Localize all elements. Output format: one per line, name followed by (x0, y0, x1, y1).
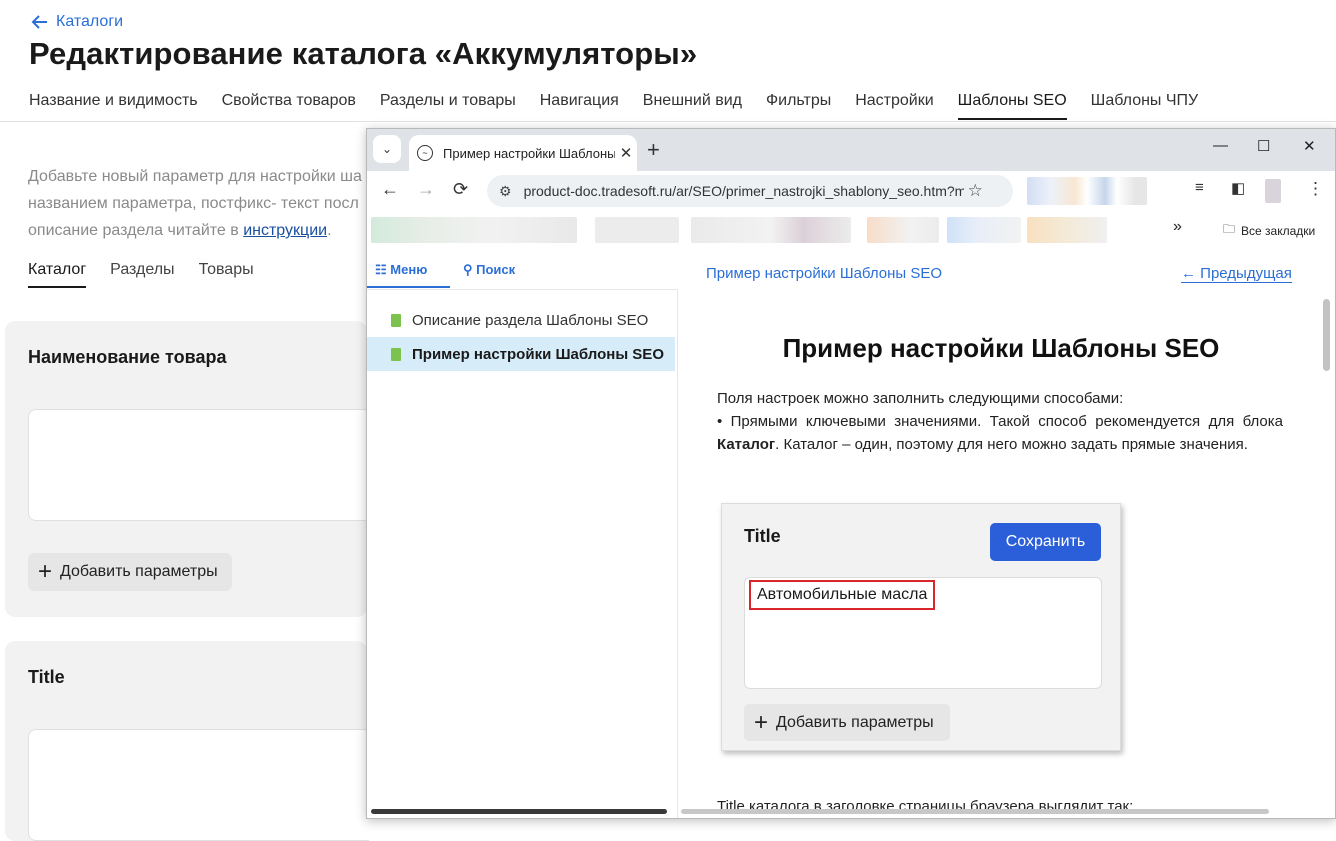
address-bar[interactable]: ⚙ product-doc.tradesoft.ru/ar/SEO/primer… (487, 175, 1013, 207)
profile-avatar[interactable] (1265, 179, 1281, 203)
highlighted-value: Автомобильные масла (749, 580, 936, 610)
site-favicon-icon: ~ (417, 145, 433, 161)
content-scrollbar[interactable] (1323, 299, 1330, 371)
subtab-catalog[interactable]: Каталог (28, 261, 87, 288)
content-horizontal-scrollbar[interactable] (681, 809, 1269, 814)
sub-tabs: Каталог Разделы Товары (28, 261, 254, 288)
subtab-sections[interactable]: Разделы (110, 261, 174, 288)
screenshot-title-field: Автомобильные масла (744, 577, 1102, 689)
media-control-icon[interactable]: ≡ (1195, 179, 1204, 196)
chevron-down-icon: ⌄ (381, 142, 393, 156)
tab-seo-templates[interactable]: Шаблоны SEO (957, 92, 1067, 120)
active-tab-indicator (367, 286, 450, 288)
page-icon (391, 347, 401, 361)
add-parameters-button[interactable]: + Добавить параметры (28, 553, 232, 591)
bookmark-blurred[interactable] (947, 217, 1021, 243)
tab-filters[interactable]: Фильтры (766, 92, 831, 120)
screenshot-add-button: + Добавить параметры (744, 704, 950, 741)
search-icon: ⚲ (463, 262, 477, 277)
tab-navigation[interactable]: Навигация (540, 92, 619, 120)
doc-page: ☷ Меню ⚲ Поиск Пример настройки Шаблоны … (367, 249, 1335, 818)
bookmarks-bar: » 🗀 Все закладки (367, 211, 1335, 250)
screenshot-save-button: Сохранить (990, 523, 1101, 561)
doc-sidebar: Описание раздела Шаблоны SEO Пример наст… (367, 289, 678, 818)
bookmark-blurred[interactable] (867, 217, 939, 243)
back-link-label: Каталоги (56, 13, 124, 30)
arrow-left-icon (31, 15, 47, 29)
bookmark-blurred[interactable] (371, 217, 577, 243)
sidebar-item-seo-example[interactable]: Пример настройки Шаблоны SEO (367, 337, 675, 371)
tab-sections-products[interactable]: Разделы и товары (380, 92, 516, 120)
search-tab[interactable]: ⚲ Поиск (463, 262, 515, 278)
list-icon: ☷ (375, 262, 391, 277)
more-bookmarks-icon[interactable]: » (1173, 218, 1182, 236)
close-tab-icon[interactable]: ✕ (615, 144, 637, 162)
sidebar-item-seo-description[interactable]: Описание раздела Шаблоны SEO (367, 303, 675, 337)
card-title: Title (28, 667, 65, 687)
browser-tab-title: Пример настройки Шаблоны SEO (443, 145, 615, 161)
tab-product-properties[interactable]: Свойства товаров (222, 92, 356, 120)
extensions-area (1027, 177, 1147, 205)
page-title: Редактирование каталога «Аккумуляторы» (29, 36, 698, 71)
browser-window: ⌄ ~ Пример настройки Шаблоны SEO ✕ + — ☐… (366, 128, 1336, 819)
doc-sidebar-tabs: ☷ Меню ⚲ Поиск (367, 249, 677, 290)
title-template-field[interactable] (28, 729, 369, 841)
tab-url-templates[interactable]: Шаблоны ЧПУ (1091, 92, 1199, 120)
page-icon (391, 313, 401, 327)
bookmark-star-icon[interactable]: ☆ (968, 181, 983, 201)
subtab-products[interactable]: Товары (199, 261, 254, 288)
doc-heading: Пример настройки Шаблоны SEO (782, 333, 1220, 363)
plus-icon: + (754, 708, 769, 736)
card-title: Наименование товара (28, 347, 227, 367)
all-bookmarks-folder[interactable]: 🗀 Все закладки (1223, 220, 1315, 241)
screenshot-title: Title (744, 526, 781, 546)
tab-search-button[interactable]: ⌄ (373, 135, 401, 163)
tab-appearance[interactable]: Внешний вид (643, 92, 742, 120)
tab-name-visibility[interactable]: Название и видимость (29, 92, 198, 120)
browser-toolbar: ← → ⟳ ⚙ product-doc.tradesoft.ru/ar/SEO/… (367, 171, 1335, 211)
instructions-link[interactable]: инструкции (243, 222, 327, 239)
minimize-icon[interactable]: — (1213, 137, 1228, 154)
menu-tab[interactable]: ☷ Меню (375, 262, 427, 278)
bookmark-blurred[interactable] (691, 217, 851, 243)
section-description: Добавьте новый параметр для настройки ша… (28, 168, 362, 239)
browser-tab[interactable]: ~ Пример настройки Шаблоны SEO ✕ (409, 135, 637, 171)
folder-icon: 🗀 (1223, 222, 1236, 236)
plus-icon: + (38, 558, 53, 585)
embedded-screenshot: Title Сохранить Автомобильные масла + До… (721, 503, 1121, 751)
reload-icon[interactable]: ⟳ (453, 179, 468, 200)
forward-arrow-icon[interactable]: → (417, 179, 435, 200)
doc-paragraph: Поля настроек можно заполнить следующими… (717, 390, 1283, 453)
close-window-icon[interactable]: ✕ (1303, 137, 1316, 155)
main-tabs: Название и видимость Свойства товаров Ра… (29, 92, 1198, 120)
site-info-icon[interactable]: ⚙ (499, 183, 512, 200)
sidebar-horizontal-scrollbar[interactable] (371, 809, 667, 814)
maximize-icon[interactable]: ☐ (1257, 137, 1270, 155)
product-name-card: Наименование товара + Добавить параметры (5, 321, 369, 617)
tabs-divider (0, 121, 1336, 122)
bookmark-blurred[interactable] (1027, 217, 1107, 243)
url-text: product-doc.tradesoft.ru/ar/SEO/primer_n… (523, 183, 964, 199)
browser-titlebar: ⌄ ~ Пример настройки Шаблоны SEO ✕ + — ☐… (367, 129, 1335, 171)
title-card: Title (5, 641, 369, 841)
kebab-menu-icon[interactable]: ⋮ (1307, 179, 1324, 199)
bookmark-blurred[interactable] (595, 217, 679, 243)
tab-settings[interactable]: Настройки (855, 92, 933, 120)
product-name-template-field[interactable] (28, 409, 369, 521)
side-panel-icon[interactable]: ◧ (1231, 179, 1245, 197)
new-tab-icon[interactable]: + (647, 137, 660, 163)
doc-content: Пример настройки Шаблоны SEO Поля настро… (679, 291, 1323, 811)
previous-page-link[interactable]: ← Предыдущая (1181, 265, 1292, 283)
doc-breadcrumb[interactable]: Пример настройки Шаблоны SEO (706, 265, 942, 282)
back-arrow-icon[interactable]: ← (381, 179, 399, 200)
back-link[interactable]: Каталоги (30, 12, 123, 32)
